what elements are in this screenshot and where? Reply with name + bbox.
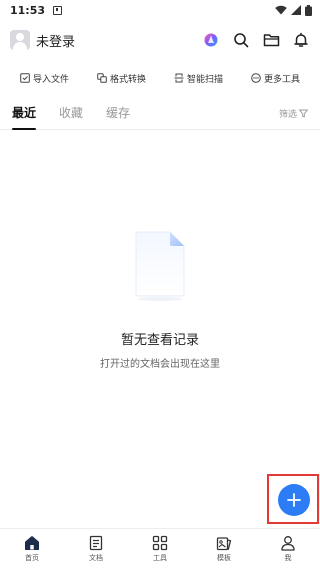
nav-label: 模板	[217, 553, 231, 562]
quick-action-convert[interactable]: 格式转换	[97, 72, 146, 85]
folder-icon[interactable]	[262, 31, 280, 49]
home-icon	[25, 535, 39, 550]
nav-templates[interactable]: 模板	[204, 535, 244, 563]
record-tabs: 最近 收藏 缓存 筛选	[0, 104, 320, 130]
import-icon	[20, 73, 30, 83]
nav-label: 我	[284, 553, 292, 562]
empty-state-title: 暂无查看记录	[120, 333, 199, 348]
tab-cache[interactable]: 缓存	[106, 104, 130, 126]
create-fab-button[interactable]	[278, 484, 310, 516]
avatar[interactable]	[10, 30, 30, 50]
bell-icon[interactable]	[292, 31, 310, 49]
empty-state: 暂无查看记录 打开过的文档会出现在这里	[0, 230, 320, 370]
status-time: 11:53	[10, 3, 46, 17]
status-bar: 11:53	[0, 0, 320, 20]
tools-icon	[152, 535, 168, 550]
empty-document-illustration	[135, 231, 185, 301]
notification-icon	[53, 5, 63, 15]
tab-recent[interactable]: 最近	[12, 104, 37, 130]
ai-assistant-icon[interactable]	[202, 31, 220, 49]
quick-action-import[interactable]: 导入文件	[20, 72, 69, 85]
scan-icon	[174, 73, 184, 83]
plus-icon	[287, 493, 301, 507]
quick-action-label: 更多工具	[263, 74, 300, 85]
status-indicators	[275, 4, 312, 16]
more-icon	[251, 73, 261, 83]
quick-action-more[interactable]: 更多工具	[251, 72, 300, 85]
document-icon	[89, 535, 103, 550]
battery-icon	[305, 4, 312, 16]
bottom-navigation: 首页 文档 工具 模板 我	[0, 528, 320, 568]
search-icon[interactable]	[232, 31, 250, 49]
filter-icon	[299, 109, 308, 118]
empty-state-subtitle: 打开过的文档会出现在这里	[100, 359, 220, 370]
tab-favorites[interactable]: 收藏	[59, 104, 83, 126]
signal-icon	[291, 5, 301, 15]
quick-action-scan[interactable]: 智能扫描	[174, 72, 223, 85]
quick-actions-bar: 导入文件 格式转换 智能扫描 更多工具	[0, 66, 320, 90]
quick-action-label: 格式转换	[109, 74, 146, 85]
app-header: 未登录	[0, 24, 320, 56]
profile-icon	[281, 535, 295, 551]
username-label[interactable]: 未登录	[36, 31, 75, 50]
convert-icon	[97, 73, 107, 83]
nav-label: 首页	[25, 553, 39, 562]
nav-tools[interactable]: 工具	[140, 535, 180, 563]
nav-label: 文档	[89, 553, 103, 562]
wifi-icon	[275, 5, 287, 15]
quick-action-label: 智能扫描	[186, 74, 223, 85]
nav-documents[interactable]: 文档	[76, 535, 116, 563]
filter-label: 筛选	[278, 110, 297, 120]
nav-profile[interactable]: 我	[268, 535, 308, 563]
quick-action-label: 导入文件	[32, 74, 69, 85]
template-icon	[216, 536, 232, 550]
filter-button[interactable]: 筛选	[279, 107, 308, 120]
header-actions	[202, 31, 310, 49]
nav-home[interactable]: 首页	[12, 535, 52, 563]
nav-label: 工具	[153, 553, 167, 562]
